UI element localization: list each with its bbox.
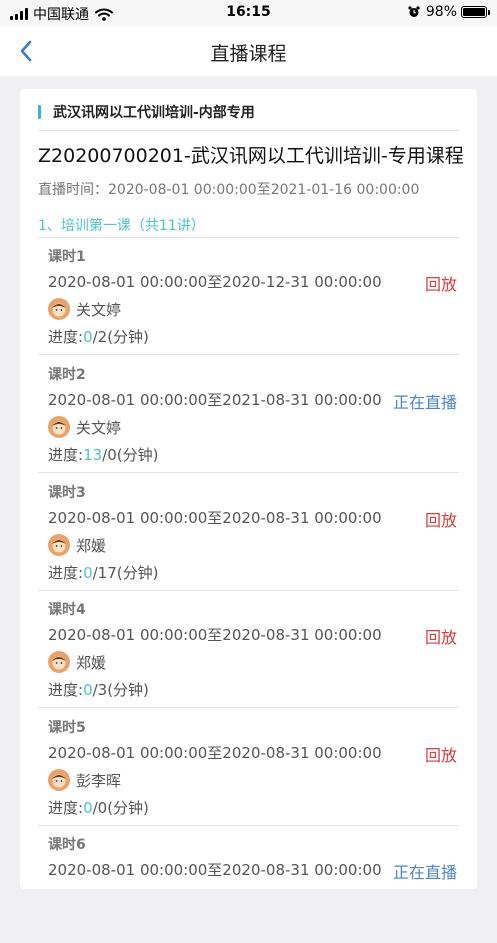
progress-total: /3(分钟) (92, 681, 149, 699)
lesson-name: 课时2 (48, 367, 86, 383)
progress-total: /0(分钟) (102, 446, 159, 464)
replay-button[interactable]: 回放 (425, 507, 457, 531)
divider (38, 354, 459, 355)
teacher: 关文婷 (48, 416, 121, 438)
teacher-name: 彭李晖 (76, 771, 122, 790)
teacher-name: 关文婷 (76, 300, 122, 319)
divider (38, 472, 459, 473)
progress-done: 0 (83, 564, 93, 582)
teacher: 郑媛 (48, 651, 106, 673)
live-time: 直播时间：2020-08-01 00:00:00至2021-01-16 00:0… (38, 182, 420, 198)
teacher: 关文婷 (48, 298, 121, 320)
lesson-item[interactable]: 课时2 2020-08-01 00:00:00至2021-08-31 00:00… (38, 356, 459, 473)
lesson-progress: 进度:0/2(分钟) (48, 326, 149, 347)
section-name: 武汉讯网以工代训培训-内部专用 (53, 105, 255, 121)
lesson-time-range: 2020-08-01 00:00:00至2020-08-31 00:00:00 (48, 861, 382, 879)
progress-done: 0 (83, 328, 93, 346)
lesson-name: 课时1 (48, 249, 86, 265)
progress-total: /2(分钟) (92, 328, 149, 346)
progress-label: 进度: (48, 799, 84, 817)
status-bar: 中国联通 16:15 98% (0, 0, 497, 26)
lesson-progress: 进度:0/3(分钟) (48, 679, 149, 700)
alarm-icon (408, 6, 420, 17)
replay-button[interactable]: 回放 (425, 271, 457, 295)
teacher-avatar-icon (48, 534, 70, 556)
teacher-name: 郑媛 (76, 536, 107, 555)
chapter-title[interactable]: 1、培训第一课（共11讲） (38, 215, 205, 235)
replay-button[interactable]: 回放 (425, 624, 457, 648)
nav-bar: 直播课程 (0, 26, 497, 76)
teacher-avatar-icon (48, 769, 70, 791)
page-title: 直播课程 (210, 43, 287, 65)
lesson-item[interactable]: 课时5 2020-08-01 00:00:00至2020-08-31 00:00… (38, 709, 459, 826)
lesson-time-range: 2020-08-01 00:00:00至2020-12-31 00:00:00 (48, 273, 382, 291)
teacher-avatar-icon (48, 298, 70, 320)
section-marker (38, 105, 41, 119)
progress-total: /0(分钟) (92, 799, 149, 817)
section-header: 武汉讯网以工代训培训-内部专用 (38, 102, 255, 122)
lesson-time-range: 2020-08-01 00:00:00至2020-08-31 00:00:00 (48, 509, 382, 527)
lesson-name: 课时6 (48, 837, 86, 853)
progress-label: 进度: (48, 681, 84, 699)
course-title: Z20200700201-武汉讯网以工代训培训-专用课程 (38, 145, 464, 167)
lesson-item[interactable]: 课时4 2020-08-01 00:00:00至2020-08-31 00:00… (38, 591, 459, 708)
lesson-item[interactable]: 课时1 2020-08-01 00:00:00至2020-12-31 00:00… (38, 238, 459, 355)
teacher-name: 郑媛 (76, 653, 107, 672)
divider (38, 707, 459, 708)
lesson-progress: 进度:13/0(分钟) (48, 444, 158, 465)
lesson-time-range: 2020-08-01 00:00:00至2020-08-31 00:00:00 (48, 744, 382, 762)
teacher-avatar-icon (48, 416, 70, 438)
lesson-item[interactable]: 课时6 2020-08-01 00:00:00至2020-08-31 00:00… (38, 826, 459, 943)
battery-percent: 98% (425, 4, 457, 20)
progress-label: 进度: (48, 328, 84, 346)
progress-done: 0 (83, 681, 93, 699)
lesson-name: 课时3 (48, 485, 86, 501)
teacher: 郑媛 (48, 534, 106, 556)
progress-done: 0 (83, 799, 93, 817)
progress-done: 13 (83, 446, 103, 464)
lesson-time-range: 2020-08-01 00:00:00至2021-08-31 00:00:00 (48, 391, 382, 409)
course-card: 武汉讯网以工代训培训-内部专用 Z20200700201-武汉讯网以工代训培训-… (20, 89, 477, 889)
lesson-name: 课时5 (48, 720, 86, 736)
lesson-time-range: 2020-08-01 00:00:00至2020-08-31 00:00:00 (48, 626, 382, 644)
teacher-name: 关文婷 (76, 418, 122, 437)
teacher-avatar-icon (48, 651, 70, 673)
lesson-item[interactable]: 课时3 2020-08-01 00:00:00至2020-08-31 00:00… (38, 474, 459, 591)
live-now-button[interactable]: 正在直播 (393, 859, 457, 883)
lesson-progress: 进度:0/17(分钟) (48, 562, 158, 583)
replay-button[interactable]: 回放 (425, 742, 457, 766)
progress-label: 进度: (48, 564, 84, 582)
battery-icon (461, 6, 490, 18)
lesson-name: 课时4 (48, 602, 86, 618)
divider (38, 130, 459, 131)
teacher: 彭李晖 (48, 769, 121, 791)
progress-total: /17(分钟) (92, 564, 159, 582)
progress-label: 进度: (48, 446, 84, 464)
status-right: 98% (408, 4, 490, 20)
live-now-button[interactable]: 正在直播 (393, 389, 457, 413)
lesson-progress: 进度:0/0(分钟) (48, 797, 149, 818)
